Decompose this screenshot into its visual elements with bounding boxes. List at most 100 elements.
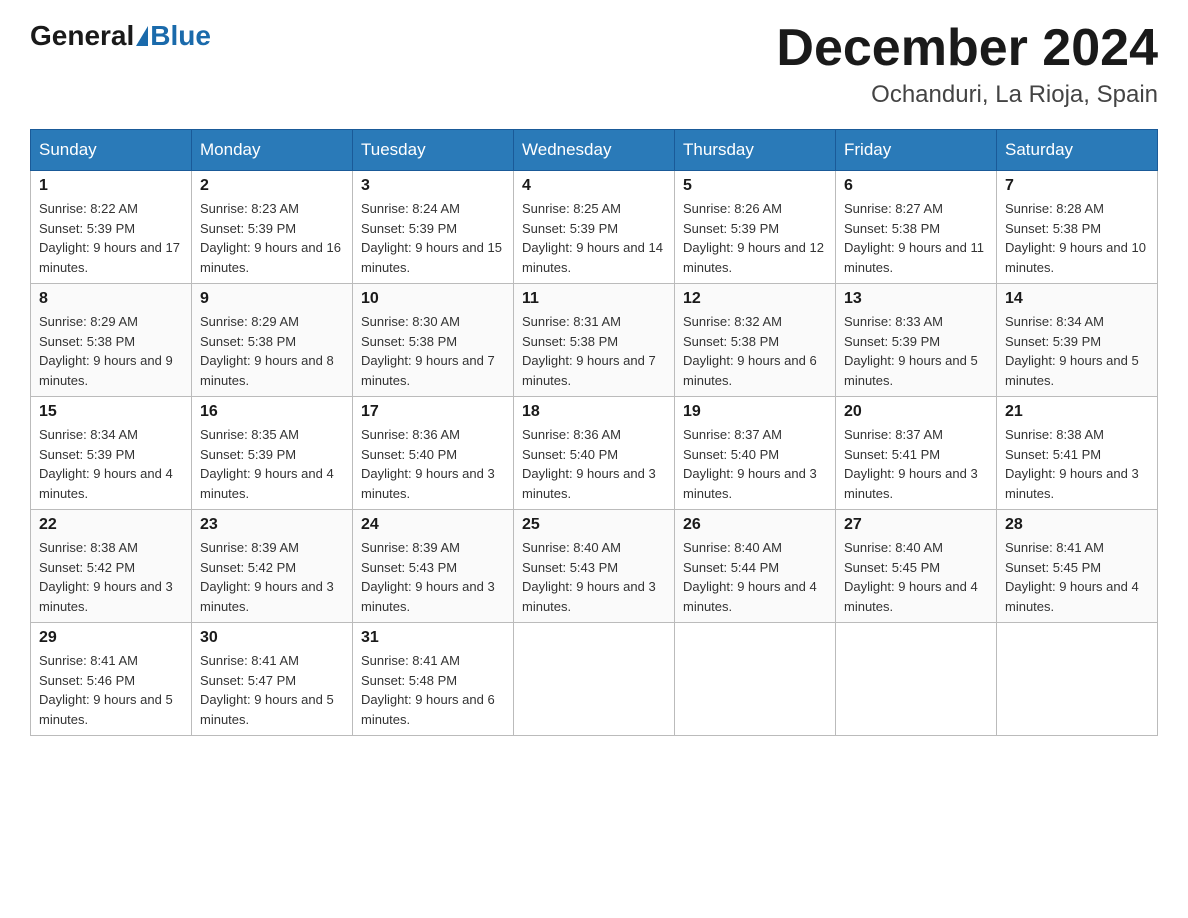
day-number: 27 [844, 516, 988, 534]
calendar-cell: 5 Sunrise: 8:26 AMSunset: 5:39 PMDaylight… [675, 171, 836, 284]
weekday-header-row: SundayMondayTuesdayWednesdayThursdayFrid… [31, 130, 1158, 171]
weekday-header-sunday: Sunday [31, 130, 192, 171]
day-info: Sunrise: 8:39 AMSunset: 5:42 PMDaylight:… [200, 540, 334, 614]
day-info: Sunrise: 8:29 AMSunset: 5:38 PMDaylight:… [200, 314, 334, 388]
day-number: 28 [1005, 516, 1149, 534]
day-info: Sunrise: 8:40 AMSunset: 5:45 PMDaylight:… [844, 540, 978, 614]
day-number: 9 [200, 290, 344, 308]
day-info: Sunrise: 8:35 AMSunset: 5:39 PMDaylight:… [200, 427, 334, 501]
day-number: 20 [844, 403, 988, 421]
day-info: Sunrise: 8:33 AMSunset: 5:39 PMDaylight:… [844, 314, 978, 388]
day-info: Sunrise: 8:41 AMSunset: 5:48 PMDaylight:… [361, 653, 495, 727]
day-info: Sunrise: 8:38 AMSunset: 5:42 PMDaylight:… [39, 540, 173, 614]
week-row-2: 8Sunrise: 8:29 AMSunset: 5:38 PMDaylight… [31, 284, 1158, 397]
calendar-cell [997, 623, 1158, 736]
day-info: Sunrise: 8:30 AMSunset: 5:38 PMDaylight:… [361, 314, 495, 388]
day-info: Sunrise: 8:24 AMSunset: 5:39 PMDaylight:… [361, 201, 502, 275]
logo: General Blue [30, 20, 211, 52]
day-info: Sunrise: 8:41 AMSunset: 5:47 PMDaylight:… [200, 653, 334, 727]
day-info: Sunrise: 8:36 AMSunset: 5:40 PMDaylight:… [522, 427, 656, 501]
calendar-cell: 12Sunrise: 8:32 AMSunset: 5:38 PMDayligh… [675, 284, 836, 397]
calendar-cell: 22Sunrise: 8:38 AMSunset: 5:42 PMDayligh… [31, 510, 192, 623]
logo-triangle-icon [136, 26, 148, 46]
day-info: Sunrise: 8:28 AMSunset: 5:38 PMDaylight:… [1005, 201, 1146, 275]
calendar-cell: 28 Sunrise: 8:41 AMSunset: 5:45 PMDayligh… [997, 510, 1158, 623]
week-row-5: 29 Sunrise: 8:41 AMSunset: 5:46 PMDayligh… [31, 623, 1158, 736]
day-number: 26 [683, 516, 827, 534]
calendar-cell: 19 Sunrise: 8:37 AMSunset: 5:40 PMDayligh… [675, 397, 836, 510]
calendar-cell: 17Sunrise: 8:36 AMSunset: 5:40 PMDayligh… [353, 397, 514, 510]
week-row-1: 1 Sunrise: 8:22 AMSunset: 5:39 PMDaylight… [31, 171, 1158, 284]
calendar-cell: 7 Sunrise: 8:28 AMSunset: 5:38 PMDaylight… [997, 171, 1158, 284]
day-info: Sunrise: 8:40 AMSunset: 5:44 PMDaylight:… [683, 540, 817, 614]
weekday-header-saturday: Saturday [997, 130, 1158, 171]
day-number: 18 [522, 403, 666, 421]
logo-blue-part: Blue [134, 20, 211, 52]
calendar-cell: 1 Sunrise: 8:22 AMSunset: 5:39 PMDaylight… [31, 171, 192, 284]
day-number: 6 [844, 177, 988, 195]
day-info: Sunrise: 8:26 AMSunset: 5:39 PMDaylight:… [683, 201, 824, 275]
calendar-cell: 6 Sunrise: 8:27 AMSunset: 5:38 PMDaylight… [836, 171, 997, 284]
weekday-header-wednesday: Wednesday [514, 130, 675, 171]
day-info: Sunrise: 8:29 AMSunset: 5:38 PMDaylight:… [39, 314, 173, 388]
calendar-cell: 4 Sunrise: 8:25 AMSunset: 5:39 PMDaylight… [514, 171, 675, 284]
calendar-cell: 20 Sunrise: 8:37 AMSunset: 5:41 PMDayligh… [836, 397, 997, 510]
calendar-cell [675, 623, 836, 736]
day-number: 24 [361, 516, 505, 534]
logo-blue-text: Blue [150, 20, 211, 52]
day-info: Sunrise: 8:27 AMSunset: 5:38 PMDaylight:… [844, 201, 984, 275]
calendar-table: SundayMondayTuesdayWednesdayThursdayFrid… [30, 129, 1158, 736]
day-info: Sunrise: 8:38 AMSunset: 5:41 PMDaylight:… [1005, 427, 1139, 501]
day-number: 14 [1005, 290, 1149, 308]
day-info: Sunrise: 8:34 AMSunset: 5:39 PMDaylight:… [1005, 314, 1139, 388]
day-number: 2 [200, 177, 344, 195]
calendar-cell: 29 Sunrise: 8:41 AMSunset: 5:46 PMDayligh… [31, 623, 192, 736]
day-info: Sunrise: 8:34 AMSunset: 5:39 PMDaylight:… [39, 427, 173, 501]
day-number: 4 [522, 177, 666, 195]
calendar-cell [514, 623, 675, 736]
day-number: 21 [1005, 403, 1149, 421]
calendar-cell: 10Sunrise: 8:30 AMSunset: 5:38 PMDayligh… [353, 284, 514, 397]
calendar-cell: 18 Sunrise: 8:36 AMSunset: 5:40 PMDayligh… [514, 397, 675, 510]
calendar-cell: 13 Sunrise: 8:33 AMSunset: 5:39 PMDayligh… [836, 284, 997, 397]
day-number: 3 [361, 177, 505, 195]
weekday-header-monday: Monday [192, 130, 353, 171]
calendar-cell: 8Sunrise: 8:29 AMSunset: 5:38 PMDaylight… [31, 284, 192, 397]
day-number: 31 [361, 629, 505, 647]
day-number: 7 [1005, 177, 1149, 195]
weekday-header-tuesday: Tuesday [353, 130, 514, 171]
day-number: 1 [39, 177, 183, 195]
weekday-header-thursday: Thursday [675, 130, 836, 171]
calendar-cell: 30Sunrise: 8:41 AMSunset: 5:47 PMDayligh… [192, 623, 353, 736]
calendar-cell: 2 Sunrise: 8:23 AMSunset: 5:39 PMDaylight… [192, 171, 353, 284]
calendar-cell: 23Sunrise: 8:39 AMSunset: 5:42 PMDayligh… [192, 510, 353, 623]
day-info: Sunrise: 8:41 AMSunset: 5:45 PMDaylight:… [1005, 540, 1139, 614]
weekday-header-friday: Friday [836, 130, 997, 171]
day-info: Sunrise: 8:22 AMSunset: 5:39 PMDaylight:… [39, 201, 180, 275]
day-info: Sunrise: 8:31 AMSunset: 5:38 PMDaylight:… [522, 314, 656, 388]
calendar-cell: 24Sunrise: 8:39 AMSunset: 5:43 PMDayligh… [353, 510, 514, 623]
day-number: 5 [683, 177, 827, 195]
calendar-cell: 16Sunrise: 8:35 AMSunset: 5:39 PMDayligh… [192, 397, 353, 510]
day-info: Sunrise: 8:37 AMSunset: 5:40 PMDaylight:… [683, 427, 817, 501]
calendar-cell: 3 Sunrise: 8:24 AMSunset: 5:39 PMDaylight… [353, 171, 514, 284]
calendar-cell: 14 Sunrise: 8:34 AMSunset: 5:39 PMDayligh… [997, 284, 1158, 397]
calendar-cell: 27 Sunrise: 8:40 AMSunset: 5:45 PMDayligh… [836, 510, 997, 623]
day-number: 15 [39, 403, 183, 421]
calendar-cell [836, 623, 997, 736]
calendar-cell: 25Sunrise: 8:40 AMSunset: 5:43 PMDayligh… [514, 510, 675, 623]
day-info: Sunrise: 8:37 AMSunset: 5:41 PMDaylight:… [844, 427, 978, 501]
calendar-cell: 31 Sunrise: 8:41 AMSunset: 5:48 PMDayligh… [353, 623, 514, 736]
day-number: 29 [39, 629, 183, 647]
day-number: 13 [844, 290, 988, 308]
day-number: 11 [522, 290, 666, 308]
day-info: Sunrise: 8:41 AMSunset: 5:46 PMDaylight:… [39, 653, 173, 727]
day-number: 25 [522, 516, 666, 534]
day-info: Sunrise: 8:25 AMSunset: 5:39 PMDaylight:… [522, 201, 663, 275]
day-info: Sunrise: 8:32 AMSunset: 5:38 PMDaylight:… [683, 314, 817, 388]
calendar-cell: 21 Sunrise: 8:38 AMSunset: 5:41 PMDayligh… [997, 397, 1158, 510]
title-area: December 2024 Ochanduri, La Rioja, Spain [776, 20, 1158, 109]
day-number: 19 [683, 403, 827, 421]
day-info: Sunrise: 8:23 AMSunset: 5:39 PMDaylight:… [200, 201, 341, 275]
location-title: Ochanduri, La Rioja, Spain [776, 81, 1158, 109]
